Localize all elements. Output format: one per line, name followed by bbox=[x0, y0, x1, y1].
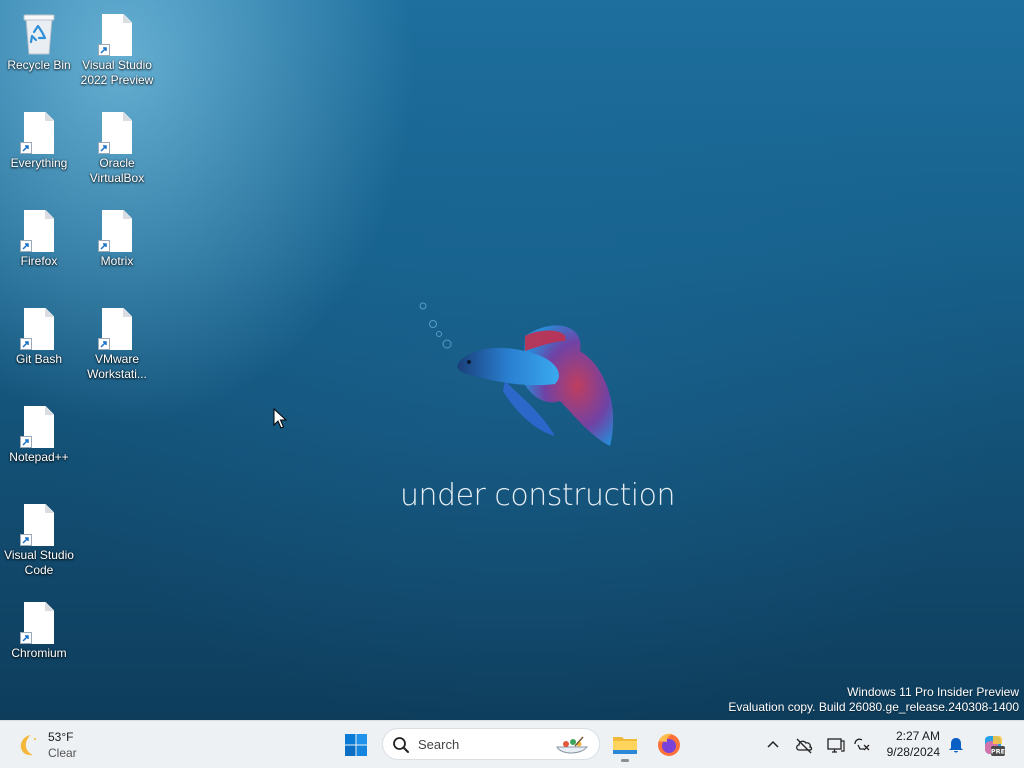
shortcut-arrow-icon bbox=[20, 436, 32, 448]
file-shortcut-icon bbox=[20, 502, 58, 548]
desktop-icon-firefox[interactable]: Firefox bbox=[1, 202, 77, 292]
shortcut-arrow-icon bbox=[98, 44, 110, 56]
desktop-icon-visual-studio-code[interactable]: Visual Studio Code bbox=[1, 496, 77, 586]
bell-icon bbox=[949, 738, 963, 753]
file-shortcut-icon bbox=[98, 110, 136, 156]
cloud-off-icon bbox=[796, 738, 813, 754]
desktop-icon-everything[interactable]: Everything bbox=[1, 104, 77, 194]
desktop-icon-label: Firefox bbox=[20, 254, 58, 268]
taskbar-search-box[interactable]: Search bbox=[382, 728, 600, 760]
desktop-icon-visual-studio-2022-preview[interactable]: Visual Studio 2022 Preview bbox=[79, 6, 155, 96]
file-shortcut-icon bbox=[20, 306, 58, 352]
shortcut-arrow-icon bbox=[98, 142, 110, 154]
watermark-line-2: Evaluation copy. Build 26080.ge_release.… bbox=[728, 700, 1019, 714]
desktop-icon-recycle-bin[interactable]: Recycle Bin bbox=[1, 6, 77, 96]
shortcut-arrow-icon bbox=[20, 240, 32, 252]
wallpaper-text: under construction bbox=[400, 478, 675, 513]
weather-temperature: 53°F bbox=[48, 730, 74, 744]
notifications-button[interactable] bbox=[946, 735, 966, 755]
taskbar-clock[interactable]: 2:27 AM 9/28/2024 bbox=[874, 728, 940, 760]
weather-condition: Clear bbox=[48, 746, 77, 760]
betta-fish-image bbox=[419, 302, 614, 446]
desktop-icon-label: Oracle VirtualBox bbox=[89, 156, 145, 185]
tray-network[interactable] bbox=[852, 735, 872, 755]
firefox-icon bbox=[658, 733, 680, 756]
search-highlight-icon bbox=[556, 736, 589, 754]
file-shortcut-icon bbox=[20, 208, 58, 254]
file-shortcut-icon bbox=[98, 12, 136, 58]
evaluation-watermark: Windows 11 Pro Insider Preview Evaluatio… bbox=[728, 685, 1019, 715]
windows-logo-icon bbox=[345, 734, 367, 756]
taskbar: 53°F Clear Search 2:27 AM 9/28/2024 PRE bbox=[0, 720, 1024, 768]
shortcut-arrow-icon bbox=[20, 632, 32, 644]
running-indicator bbox=[621, 759, 629, 762]
desktop-icon-label: Visual Studio Code bbox=[4, 548, 74, 577]
chevron-up-icon bbox=[767, 740, 779, 748]
file-shortcut-icon bbox=[20, 404, 58, 450]
desktop-icon-label: Git Bash bbox=[15, 352, 63, 366]
taskbar-app-file-explorer[interactable] bbox=[609, 729, 641, 762]
desktop-icon-label: Chromium bbox=[11, 646, 67, 660]
desktop-icon-label: Visual Studio 2022 Preview bbox=[80, 58, 154, 87]
file-shortcut-icon bbox=[20, 600, 58, 646]
shortcut-arrow-icon bbox=[20, 534, 32, 546]
taskbar-app-firefox[interactable] bbox=[653, 729, 685, 761]
shortcut-arrow-icon bbox=[98, 338, 110, 350]
shortcut-arrow-icon bbox=[20, 142, 32, 154]
mouse-cursor-icon bbox=[273, 408, 287, 429]
watermark-line-1: Windows 11 Pro Insider Preview bbox=[847, 685, 1019, 699]
weather-widget[interactable]: 53°F Clear bbox=[14, 727, 77, 763]
desktop-icon-oracle-virtualbox[interactable]: Oracle VirtualBox bbox=[79, 104, 155, 194]
search-placeholder: Search bbox=[418, 737, 460, 752]
desktop-icon-vmware-workstation[interactable]: VMware Workstati... bbox=[79, 300, 155, 390]
moon-icon bbox=[20, 735, 36, 756]
start-button[interactable] bbox=[340, 729, 372, 761]
desktop-icon-git-bash[interactable]: Git Bash bbox=[1, 300, 77, 390]
file-shortcut-icon bbox=[98, 306, 136, 352]
shortcut-arrow-icon bbox=[20, 338, 32, 350]
search-icon bbox=[393, 737, 409, 753]
shortcut-arrow-icon bbox=[98, 240, 110, 252]
desktop-icon-label: VMware Workstati... bbox=[87, 352, 147, 381]
copilot-button[interactable]: PRE bbox=[980, 732, 1006, 758]
desktop-icon-label: Notepad++ bbox=[9, 450, 69, 464]
copilot-icon: PRE bbox=[985, 736, 1005, 756]
tray-cloud-offline[interactable] bbox=[794, 735, 814, 755]
desktop[interactable]: Recycle Bin Everything Firefox Git Bash … bbox=[0, 0, 1024, 720]
desktop-icon-motrix[interactable]: Motrix bbox=[79, 202, 155, 292]
desktop-icon-chromium[interactable]: Chromium bbox=[1, 594, 77, 684]
file-shortcut-icon bbox=[98, 208, 136, 254]
network-icon bbox=[854, 738, 870, 751]
desktop-icon-notepad-plus-plus[interactable]: Notepad++ bbox=[1, 398, 77, 488]
desktop-icon-label: Recycle Bin bbox=[7, 58, 71, 72]
show-hidden-icons-button[interactable] bbox=[763, 735, 783, 755]
folder-icon bbox=[613, 737, 637, 754]
desktop-icon-label: Motrix bbox=[100, 254, 134, 268]
display-icon bbox=[827, 738, 845, 753]
file-shortcut-icon bbox=[20, 110, 58, 156]
clock-date: 9/28/2024 bbox=[886, 745, 940, 759]
tray-display[interactable] bbox=[826, 735, 846, 755]
desktop-icon-label: Everything bbox=[10, 156, 68, 170]
recycle-bin-icon bbox=[20, 12, 58, 58]
svg-text:PRE: PRE bbox=[991, 748, 1005, 756]
clock-time: 2:27 AM bbox=[895, 729, 940, 743]
